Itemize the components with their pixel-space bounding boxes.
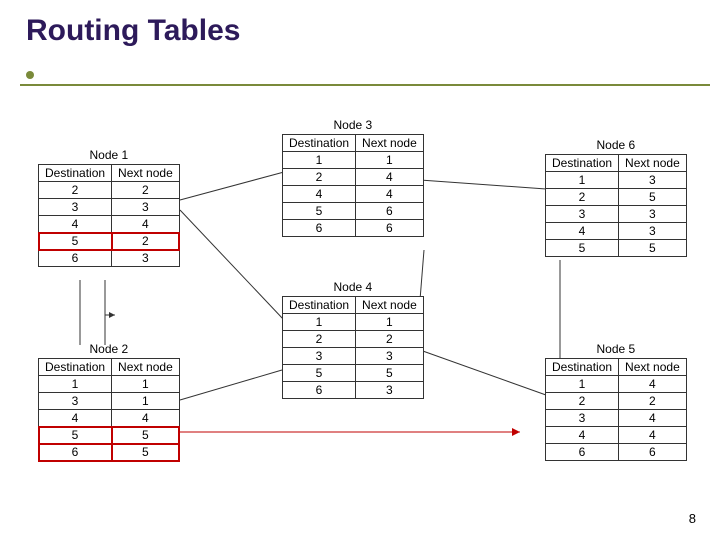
node-1-table: Node 1 DestinationNext node2233445263 (38, 148, 180, 267)
node-2-table: Node 2 DestinationNext node1131445565 (38, 342, 180, 461)
divider (20, 84, 710, 86)
table-row: 44 (283, 186, 424, 203)
routing-table: DestinationNext node1124445666 (282, 134, 424, 237)
table-row: 24 (283, 169, 424, 186)
table-row: 22 (39, 182, 180, 199)
table-row: 34 (546, 410, 687, 427)
table-row: 63 (39, 250, 180, 267)
table-row: 11 (39, 376, 180, 393)
table-title: Node 2 (38, 342, 180, 356)
table-row: 65 (39, 444, 180, 461)
table-row: 11 (283, 152, 424, 169)
node-3-table: Node 3 DestinationNext node1124445666 (282, 118, 424, 237)
table-row: 22 (283, 331, 424, 348)
table-row: 52 (39, 233, 180, 250)
table-row: 25 (546, 189, 687, 206)
table-row: 22 (546, 393, 687, 410)
routing-table: DestinationNext node1122335563 (282, 296, 424, 399)
table-row: 11 (283, 314, 424, 331)
page-number: 8 (689, 511, 696, 526)
routing-table: DestinationNext node1325334355 (545, 154, 687, 257)
table-row: 44 (39, 410, 180, 427)
table-row: 33 (283, 348, 424, 365)
routing-table: DestinationNext node2233445263 (38, 164, 180, 267)
node-6-table: Node 6 DestinationNext node1325334355 (545, 138, 687, 257)
table-row: 14 (546, 376, 687, 393)
table-title: Node 1 (38, 148, 180, 162)
slide: Routing Tables Node 1 DestinationNext nod… (0, 0, 720, 540)
table-row: 33 (39, 199, 180, 216)
routing-table: DestinationNext node1422344466 (545, 358, 687, 461)
table-row: 66 (283, 220, 424, 237)
table-row: 55 (39, 427, 180, 444)
table-row: 13 (546, 172, 687, 189)
table-row: 66 (546, 444, 687, 461)
table-row: 56 (283, 203, 424, 220)
table-title: Node 3 (282, 118, 424, 132)
node-5-table: Node 5 DestinationNext node1422344466 (545, 342, 687, 461)
table-title: Node 6 (545, 138, 687, 152)
routing-table: DestinationNext node1131445565 (38, 358, 180, 461)
table-row: 55 (546, 240, 687, 257)
table-row: 31 (39, 393, 180, 410)
bullet-icon (26, 71, 34, 79)
table-row: 44 (39, 216, 180, 233)
table-title: Node 4 (282, 280, 424, 294)
table-row: 63 (283, 382, 424, 399)
table-row: 33 (546, 206, 687, 223)
node-4-table: Node 4 DestinationNext node1122335563 (282, 280, 424, 399)
table-title: Node 5 (545, 342, 687, 356)
slide-title: Routing Tables (26, 14, 694, 48)
table-row: 55 (283, 365, 424, 382)
table-row: 43 (546, 223, 687, 240)
table-row: 44 (546, 427, 687, 444)
